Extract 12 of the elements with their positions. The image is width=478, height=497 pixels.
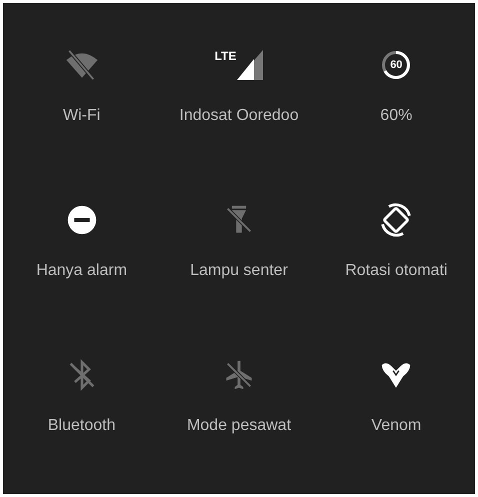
quick-tile[interactable]: 60 60% [318, 29, 475, 184]
quick-tile[interactable]: Hanya alarm [3, 184, 160, 339]
quick-tile[interactable]: Lampu senter [160, 184, 318, 339]
quick-tile[interactable]: Bluetooth [3, 339, 160, 494]
quick-tile[interactable]: Wi-Fi [3, 29, 160, 184]
quick-tile[interactable]: LTE Indosat Ooredoo [160, 29, 318, 184]
quick-tile[interactable]: Mode pesawat [160, 339, 318, 494]
rotate-icon [379, 203, 414, 237]
battery-ring-icon: 60 [381, 50, 412, 80]
quick-tile[interactable]: Rotasi otomati [318, 184, 475, 339]
wifi-off-icon [64, 48, 99, 82]
quick-tile[interactable]: Venom [318, 339, 475, 494]
